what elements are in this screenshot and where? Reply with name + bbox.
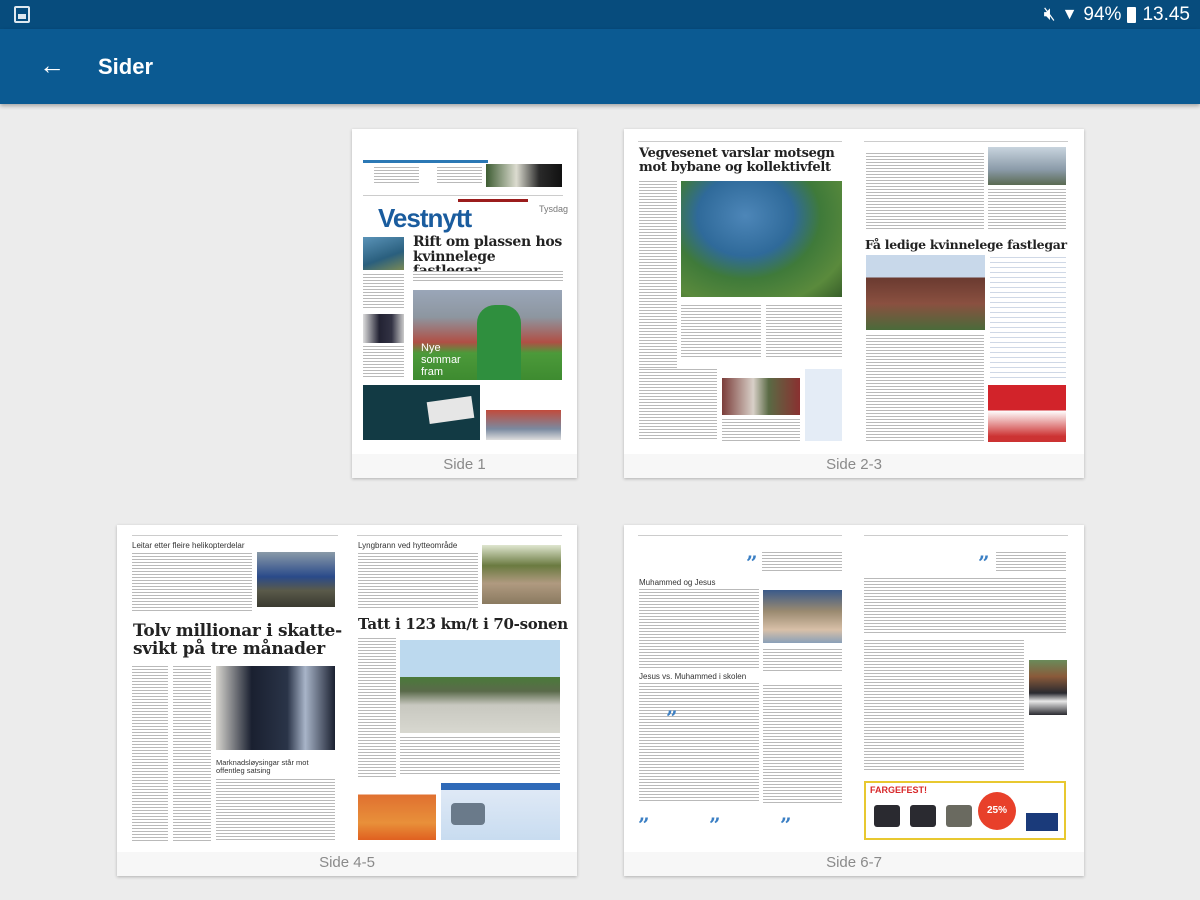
- app-bar: ← Sider: [0, 29, 1200, 104]
- battery-icon: [1127, 7, 1137, 23]
- mute-icon: 🔇︎: [1043, 4, 1056, 25]
- road-photo: [400, 640, 560, 733]
- subhead-left: Jesus vs. Muhammed i skolen: [639, 672, 747, 681]
- headline-right: Tatt i 123 km/t i 70-sonen: [358, 615, 568, 633]
- arrow-left-icon[interactable]: ←: [36, 49, 68, 81]
- page-title: Sider: [98, 54, 154, 79]
- page-thumbnail-side-1[interactable]: Vestnytt Tysdag Rift om plassen hos kvin…: [352, 129, 577, 478]
- wifi-icon: ▼: [1061, 6, 1078, 23]
- headline-right: Få ledige kvinnelege fastlegar: [865, 237, 1067, 252]
- quote-icon: ”: [780, 813, 792, 837]
- headline-left: Tolv millionar i skatte-svikt på tre mån…: [133, 621, 342, 659]
- quote-icon: ”: [709, 813, 721, 837]
- status-bar: 🔇︎ ▼ 94% 13.45: [0, 0, 1200, 29]
- quote-icon: ”: [978, 551, 990, 575]
- headline-left: Vegvesenet varslar motsegn mot bybane og…: [639, 146, 835, 175]
- headline-left: Muhammed og Jesus: [639, 578, 716, 587]
- clock: 13.45: [1142, 4, 1190, 25]
- page-thumbnail-side-2-3[interactable]: Vegvesenet varslar motsegn mot bybane og…: [624, 129, 1084, 478]
- paint-ad: FARGEFEST! 25%: [864, 781, 1066, 840]
- page-label: Side 1: [352, 454, 577, 478]
- page-thumbnail-side-4-5[interactable]: Leitar etter fleire helikopterdelar Tolv…: [117, 525, 577, 876]
- subhead-left: Marknadsløysingar står mot offentleg sat…: [216, 758, 309, 776]
- top-ad-image: [486, 164, 562, 187]
- quote-icon: ”: [666, 706, 678, 730]
- page-thumbnail-side-6-7[interactable]: ” ” Muhammed og Jesus Jesus vs. Muhammed…: [624, 525, 1084, 876]
- aerial-photo: [681, 181, 842, 297]
- page-label: Side 6-7: [624, 852, 1084, 876]
- quote-icon: ”: [746, 551, 758, 575]
- lead-photo: Nye sommar fram: [413, 290, 562, 380]
- quote-icon: ”: [638, 813, 650, 837]
- gallery-icon: [14, 6, 30, 23]
- day-label: Tysdag: [539, 204, 569, 214]
- photo-man: [763, 590, 842, 643]
- bottom-ad: [363, 385, 480, 440]
- page-label: Side 4-5: [117, 852, 577, 876]
- battery-percent: 94%: [1083, 4, 1122, 25]
- headline-top-right: Lyngbrann ved hytteområde: [358, 541, 458, 550]
- page-label: Side 2-3: [624, 454, 1084, 478]
- photo-men: [216, 666, 335, 750]
- headline-top-left: Leitar etter fleire helikopterdelar: [132, 541, 245, 550]
- masthead: Vestnytt: [378, 203, 472, 233]
